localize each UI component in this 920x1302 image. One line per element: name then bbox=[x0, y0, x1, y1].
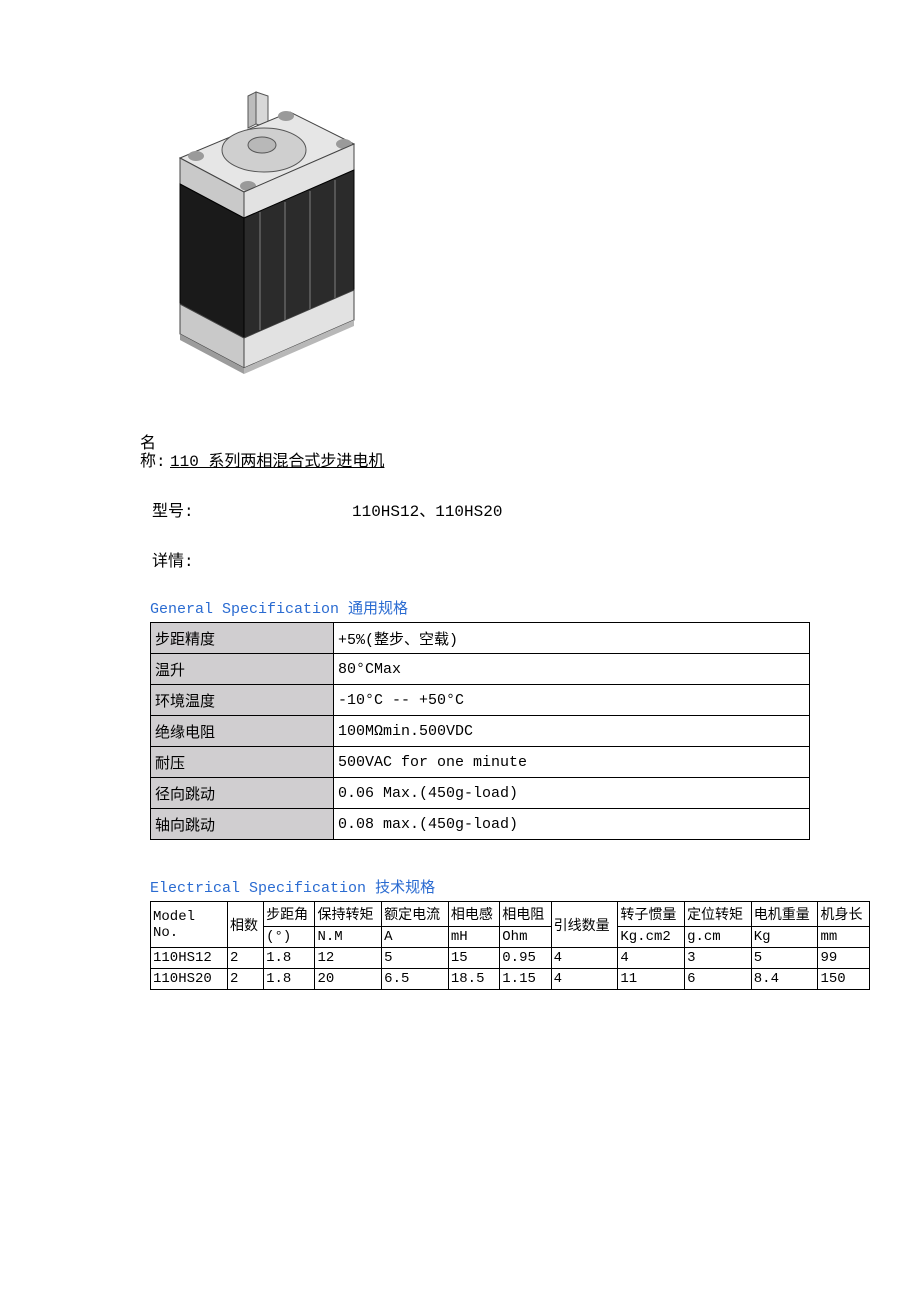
electrical-spec-title: Electrical Specification 技术规格 bbox=[150, 876, 800, 897]
general-spec-title-cn: 通用规格 bbox=[348, 601, 408, 617]
spec-label: 径向跳动 bbox=[151, 778, 334, 809]
cell-value: 6.5 bbox=[382, 969, 449, 990]
spec-value: 500VAC for one minute bbox=[334, 747, 810, 778]
col-header: 步距角 bbox=[264, 902, 315, 927]
cell-value: 4 bbox=[551, 948, 618, 969]
spec-value: 0.06 Max.(450g-load) bbox=[334, 778, 810, 809]
col-header: 引线数量 bbox=[551, 902, 618, 948]
table-row: 温升80°CMax bbox=[151, 654, 810, 685]
col-unit: g.cm bbox=[685, 927, 752, 948]
stepper-motor-icon bbox=[140, 90, 370, 395]
col-unit: (°) bbox=[264, 927, 315, 948]
electrical-spec-title-cn: 技术规格 bbox=[375, 880, 435, 896]
name-row: 名称: 110 系列两相混合式步进电机 bbox=[140, 435, 800, 471]
col-unit: Ohm bbox=[500, 927, 551, 948]
electrical-spec-body: 110HS1221.8125150.95443599110HS2021.8206… bbox=[151, 948, 870, 990]
cell-value: 2 bbox=[228, 969, 264, 990]
cell-value: 20 bbox=[315, 969, 382, 990]
table-row: 110HS1221.8125150.95443599 bbox=[151, 948, 870, 969]
electrical-spec-title-en: Electrical Specification bbox=[150, 880, 366, 897]
cell-value: 4 bbox=[551, 969, 618, 990]
col-unit: N.M bbox=[315, 927, 382, 948]
details-label: 详情: bbox=[152, 547, 352, 571]
details-row: 详情: bbox=[152, 547, 800, 571]
general-spec-table: 步距精度+5%(整步、空载)温升80°CMax环境温度-10°C -- +50°… bbox=[150, 622, 810, 840]
page: 名称: 110 系列两相混合式步进电机 型号: 110HS12、110HS20 … bbox=[0, 0, 920, 1302]
cell-value: 99 bbox=[818, 948, 870, 969]
general-spec-body: 步距精度+5%(整步、空载)温升80°CMax环境温度-10°C -- +50°… bbox=[151, 623, 810, 840]
spec-label: 轴向跳动 bbox=[151, 809, 334, 840]
cell-model: 110HS20 bbox=[151, 969, 228, 990]
model-value: 110HS12、110HS20 bbox=[352, 497, 502, 521]
electrical-spec-table: Model No.相数步距角保持转矩额定电流相电感相电阻引线数量转子惯量定位转矩… bbox=[150, 901, 870, 990]
col-header: 保持转矩 bbox=[315, 902, 382, 927]
col-header: 转子惯量 bbox=[618, 902, 685, 927]
col-header: 相数 bbox=[228, 902, 264, 948]
product-name: 110 系列两相混合式步进电机 bbox=[170, 447, 384, 471]
col-header: 相电感 bbox=[448, 902, 499, 927]
col-unit: mm bbox=[818, 927, 870, 948]
col-header: 电机重量 bbox=[751, 902, 818, 927]
spec-label: 环境温度 bbox=[151, 685, 334, 716]
col-unit: A bbox=[382, 927, 449, 948]
spec-label: 温升 bbox=[151, 654, 334, 685]
col-header: 定位转矩 bbox=[685, 902, 752, 927]
col-unit: mH bbox=[448, 927, 499, 948]
spec-label: 步距精度 bbox=[151, 623, 334, 654]
table-row: 步距精度+5%(整步、空载) bbox=[151, 623, 810, 654]
product-image bbox=[140, 90, 800, 395]
cell-value: 5 bbox=[751, 948, 818, 969]
col-header: 机身长 bbox=[818, 902, 870, 927]
general-spec-title-en: General Specification bbox=[150, 601, 339, 618]
cell-value: 11 bbox=[618, 969, 685, 990]
cell-value: 2 bbox=[228, 948, 264, 969]
cell-value: 1.8 bbox=[264, 969, 315, 990]
table-row: 轴向跳动0.08 max.(450g-load) bbox=[151, 809, 810, 840]
name-label: 名称: bbox=[140, 435, 170, 471]
table-row: 耐压500VAC for one minute bbox=[151, 747, 810, 778]
cell-value: 12 bbox=[315, 948, 382, 969]
cell-value: 1.8 bbox=[264, 948, 315, 969]
spec-label: 耐压 bbox=[151, 747, 334, 778]
model-row: 型号: 110HS12、110HS20 bbox=[152, 497, 800, 521]
spec-label: 绝缘电阻 bbox=[151, 716, 334, 747]
header-row-labels: Model No.相数步距角保持转矩额定电流相电感相电阻引线数量转子惯量定位转矩… bbox=[151, 902, 870, 927]
spec-value: +5%(整步、空载) bbox=[334, 623, 810, 654]
col-unit: Kg.cm2 bbox=[618, 927, 685, 948]
cell-value: 18.5 bbox=[448, 969, 499, 990]
col-header: 相电阻 bbox=[500, 902, 551, 927]
cell-value: 3 bbox=[685, 948, 752, 969]
spec-value: 80°CMax bbox=[334, 654, 810, 685]
col-unit: Kg bbox=[751, 927, 818, 948]
cell-value: 1.15 bbox=[500, 969, 551, 990]
model-label: 型号: bbox=[152, 497, 352, 521]
col-model: Model No. bbox=[151, 902, 228, 948]
general-spec-title: General Specification 通用规格 bbox=[150, 597, 800, 618]
table-row: 径向跳动0.06 Max.(450g-load) bbox=[151, 778, 810, 809]
spec-value: -10°C -- +50°C bbox=[334, 685, 810, 716]
table-row: 110HS2021.8206.518.51.1541168.4150 bbox=[151, 969, 870, 990]
cell-value: 4 bbox=[618, 948, 685, 969]
cell-value: 150 bbox=[818, 969, 870, 990]
cell-value: 15 bbox=[448, 948, 499, 969]
col-header: 额定电流 bbox=[382, 902, 449, 927]
cell-value: 5 bbox=[382, 948, 449, 969]
cell-value: 0.95 bbox=[500, 948, 551, 969]
cell-value: 6 bbox=[685, 969, 752, 990]
table-row: 环境温度-10°C -- +50°C bbox=[151, 685, 810, 716]
electrical-spec-head: Model No.相数步距角保持转矩额定电流相电感相电阻引线数量转子惯量定位转矩… bbox=[151, 902, 870, 948]
cell-model: 110HS12 bbox=[151, 948, 228, 969]
cell-value: 8.4 bbox=[751, 969, 818, 990]
table-row: 绝缘电阻100MΩmin.500VDC bbox=[151, 716, 810, 747]
spec-value: 0.08 max.(450g-load) bbox=[334, 809, 810, 840]
spec-value: 100MΩmin.500VDC bbox=[334, 716, 810, 747]
